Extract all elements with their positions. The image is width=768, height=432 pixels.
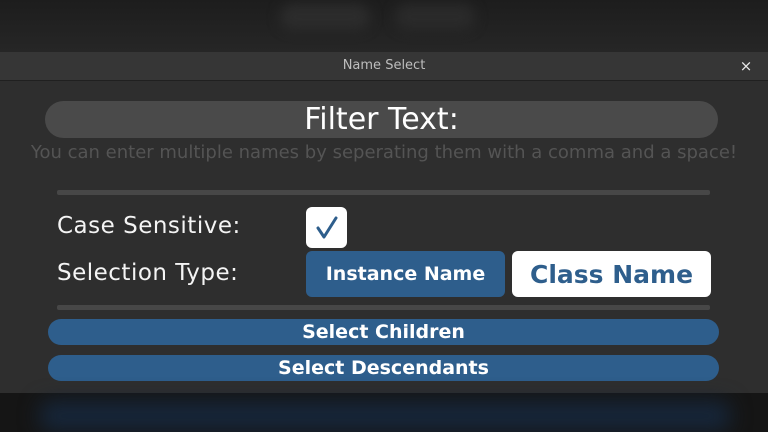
selection-type-label: Selection Type: [57,260,239,286]
dialog-titlebar: Name Select × [0,52,768,81]
select-children-button[interactable]: Select Children [48,319,719,345]
divider [57,305,710,310]
case-sensitive-label: Case Sensitive: [57,213,241,239]
select-descendants-label: Select Descendants [278,357,489,379]
blurred-background-element [395,4,475,30]
blurred-background-element [280,4,370,30]
blurred-background-element [40,401,730,431]
background-top [0,0,768,52]
name-select-dialog: Name Select × You can enter multiple nam… [0,52,768,393]
case-sensitive-checkbox[interactable] [306,207,347,248]
divider [57,190,710,195]
instance-name-option[interactable]: Instance Name [306,251,505,297]
background-bottom [0,393,768,432]
class-name-option-label: Class Name [529,259,694,289]
select-descendants-button[interactable]: Select Descendants [48,355,719,381]
instance-name-option-label: Instance Name [325,263,486,285]
filter-hint-text: You can enter multiple names by seperati… [30,142,738,163]
checkmark-icon [316,216,337,238]
class-name-option[interactable]: Class Name [512,251,711,297]
filter-text-field[interactable] [45,101,718,138]
filter-text-input[interactable] [45,101,718,138]
close-icon: × [739,57,753,75]
select-children-label: Select Children [302,321,465,343]
close-button[interactable]: × [736,56,756,76]
dialog-title: Name Select [342,58,426,73]
